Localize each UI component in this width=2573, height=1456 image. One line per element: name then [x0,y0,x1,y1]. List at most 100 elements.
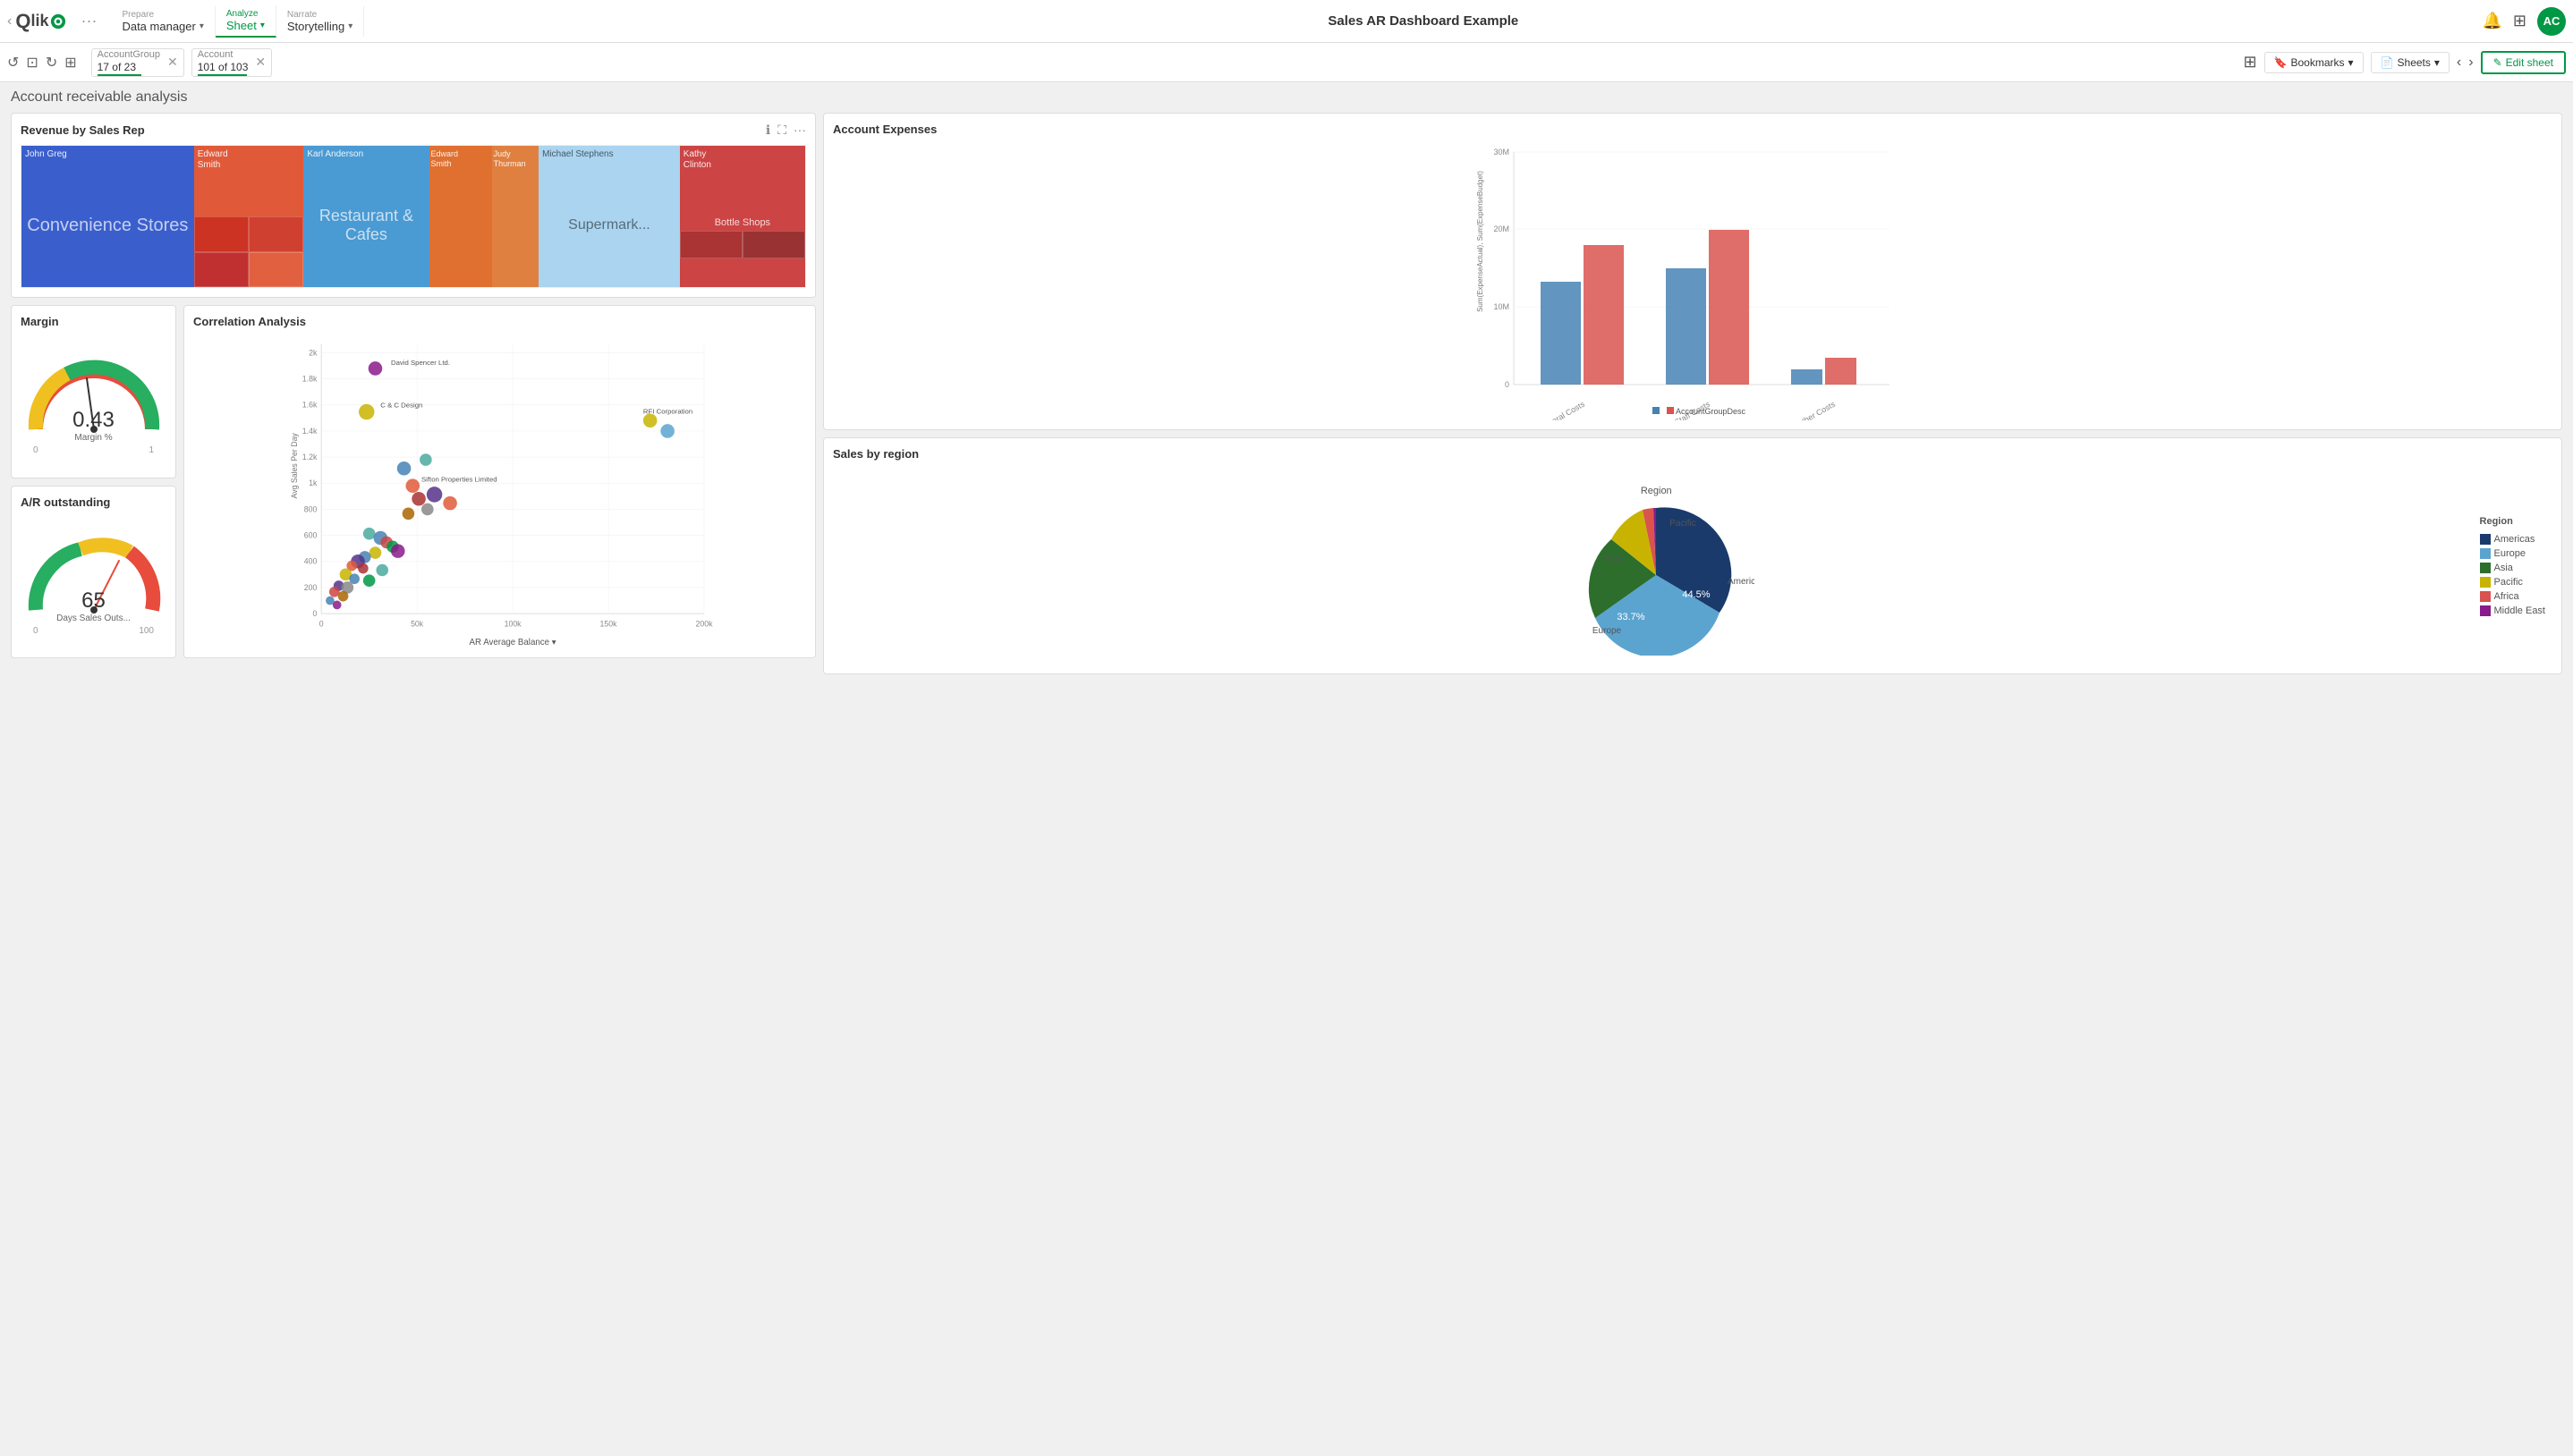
snapshot-icon[interactable]: ⊞ [64,54,76,72]
info-icon[interactable]: ℹ [766,123,770,138]
legend-europe: Europe [2480,548,2545,559]
account-filter[interactable]: Account 101 of 103 ✕ [191,48,272,77]
region-chart-area: Region [833,468,2552,665]
margin-gauge-container: 0.43 Margin % 0 1 [21,335,166,461]
apps-grid-icon[interactable]: ⊞ [2513,12,2526,30]
bookmarks-dropdown-icon: ▾ [2348,56,2354,69]
bookmarks-button[interactable]: 🔖 Bookmarks ▾ [2264,52,2364,73]
app-title: Sales AR Dashboard Example [364,13,2482,29]
nav-prepare[interactable]: Prepare Data manager ▾ [111,6,215,37]
correlation-header: Correlation Analysis [193,315,806,328]
svg-text:200: 200 [304,583,318,592]
svg-text:600: 600 [304,531,318,540]
filter-right-actions: ⊞ 🔖 Bookmarks ▾ 📄 Sheets ▾ ‹ › ✎ Edit sh… [2243,51,2566,74]
svg-text:Americas: Americas [1728,577,1754,587]
account-close-icon[interactable]: ✕ [255,55,266,70]
narrate-dropdown-icon: ▾ [348,21,352,31]
account-group-value: 17 of 23 [98,61,160,73]
svg-text:0: 0 [319,620,324,629]
nav-prev-icon[interactable]: ‹ [2457,55,2461,71]
redo-icon[interactable]: ↻ [46,54,57,72]
user-avatar[interactable]: AC [2537,7,2566,36]
account-group-close-icon[interactable]: ✕ [167,55,178,70]
notifications-icon[interactable]: 🔔 [2482,12,2501,30]
svg-text:44.5%: 44.5% [1683,589,1711,600]
page-title: Account receivable analysis [11,89,2562,106]
svg-text:0: 0 [1505,380,1509,389]
region-chart-label: Region [1641,486,1672,496]
edit-sheet-button[interactable]: ✎ Edit sheet [2481,51,2566,74]
legend-americas: Americas [2480,534,2545,545]
left-gauges: Margin [11,305,176,658]
legend-asia: Asia [2480,563,2545,573]
svg-text:Sifton Properties Limited: Sifton Properties Limited [421,475,497,483]
fullscreen-icon[interactable]: ⛶ [777,123,786,138]
more-icon[interactable]: ··· [794,123,806,138]
region-legend-title: Region [2480,516,2545,527]
svg-text:RFI Corporation: RFI Corporation [643,408,692,416]
treemap-block-edward-smith[interactable]: EdwardSmith [194,146,304,287]
svg-text:2k: 2k [309,348,318,357]
svg-text:100k: 100k [505,620,522,629]
svg-text:400: 400 [304,557,318,566]
ar-gauge-container: 65 Days Sales Outs... 0 100 [21,516,166,641]
svg-text:Asia: Asia [1605,554,1623,564]
pie-chart-container: Region [833,477,2480,656]
svg-text:50k: 50k [411,620,424,629]
svg-text:1.4k: 1.4k [302,427,318,436]
ar-card-header: A/R outstanding [21,495,166,509]
expenses-chart: Sum(ExpenseActual), Sum(ExpenseBudget) 0… [833,143,2552,420]
treemap-block-michael-stephens[interactable]: Michael Stephens Supermark... [539,146,680,287]
treemap-block-karl-anderson[interactable]: Karl Anderson Restaurant & Cafes [303,146,429,287]
grid-view-icon[interactable]: ⊞ [2243,53,2256,72]
svg-text:Europe: Europe [1592,626,1622,636]
undo-icon[interactable]: ↺ [7,54,19,72]
treemap-block-judy-thurman[interactable]: JudyThurman [492,146,539,287]
nav-narrate[interactable]: Narrate Storytelling ▾ [276,6,364,37]
treemap-block-kathy-clinton[interactable]: KathyClinton Bottle Shops [680,146,805,287]
revenue-card-title: Revenue by Sales Rep [21,123,766,137]
correlation-card: Correlation Analysis Avg Sales Per Day [183,305,816,658]
nav-back-button[interactable]: ‹ [7,13,12,30]
left-column: Revenue by Sales Rep ℹ ⛶ ··· John Greg C… [11,113,816,674]
svg-text:1.2k: 1.2k [302,453,318,461]
margin-min: 0 [33,445,38,455]
margin-label: Margin % [72,433,115,443]
expand-icon[interactable]: ⊡ [26,54,38,72]
ar-value: 65 [56,588,131,614]
svg-text:33.7%: 33.7% [1618,612,1645,622]
nav-next-icon[interactable]: › [2468,55,2473,71]
treemap-block-john-greg[interactable]: John Greg Convenience Stores [21,146,194,287]
revenue-card-header: Revenue by Sales Rep ℹ ⛶ ··· [21,123,806,138]
nav-analyze-label: Sheet [226,19,257,32]
filter-bar: ↺ ⊡ ↻ ⊞ AccountGroup 17 of 23 ✕ Account … [0,43,2573,82]
treemap-block-edward-smith-2[interactable]: EdwardSmith [429,146,492,287]
prepare-dropdown-icon: ▾ [200,21,204,31]
ar-max: 100 [139,626,154,636]
svg-text:800: 800 [304,504,318,513]
nav-analyze[interactable]: Analyze Sheet ▾ [216,5,276,38]
svg-text:1k: 1k [309,478,318,487]
svg-text:C & C Design: C & C Design [380,402,422,410]
revenue-by-sales-rep-card: Revenue by Sales Rep ℹ ⛶ ··· John Greg C… [11,113,816,298]
edit-icon: ✎ [2493,56,2502,69]
region-legend: Region Americas Europe Asia [2480,516,2545,616]
nav-right: 🔔 ⊞ AC [2482,7,2566,36]
ar-min: 0 [33,626,38,636]
region-card-header: Sales by region [833,447,2552,461]
svg-text:10M: 10M [1493,302,1509,311]
svg-text:AR Average Balance ▾: AR Average Balance ▾ [470,638,556,648]
scatter-plot-svg: Avg Sales Per Day [193,335,806,648]
account-group-bar [98,74,141,76]
margin-card: Margin [11,305,176,478]
legend-africa: Africa [2480,591,2545,602]
sheets-button[interactable]: 📄 Sheets ▾ [2371,52,2450,73]
account-group-filter[interactable]: AccountGroup 17 of 23 ✕ [91,48,184,77]
treemap: John Greg Convenience Stores EdwardSmith [21,145,806,288]
filter-toolbar-icons: ↺ ⊡ ↻ ⊞ [7,54,77,72]
main-layout: Revenue by Sales Rep ℹ ⛶ ··· John Greg C… [11,113,2562,674]
svg-text:Sum(ExpenseActual), Sum(Expens: Sum(ExpenseActual), Sum(ExpenseBudget) [1476,171,1484,312]
svg-text:Other Costs: Other Costs [1795,399,1837,420]
more-options-icon[interactable]: ··· [81,12,97,30]
svg-text:Pacific: Pacific [1670,519,1696,529]
